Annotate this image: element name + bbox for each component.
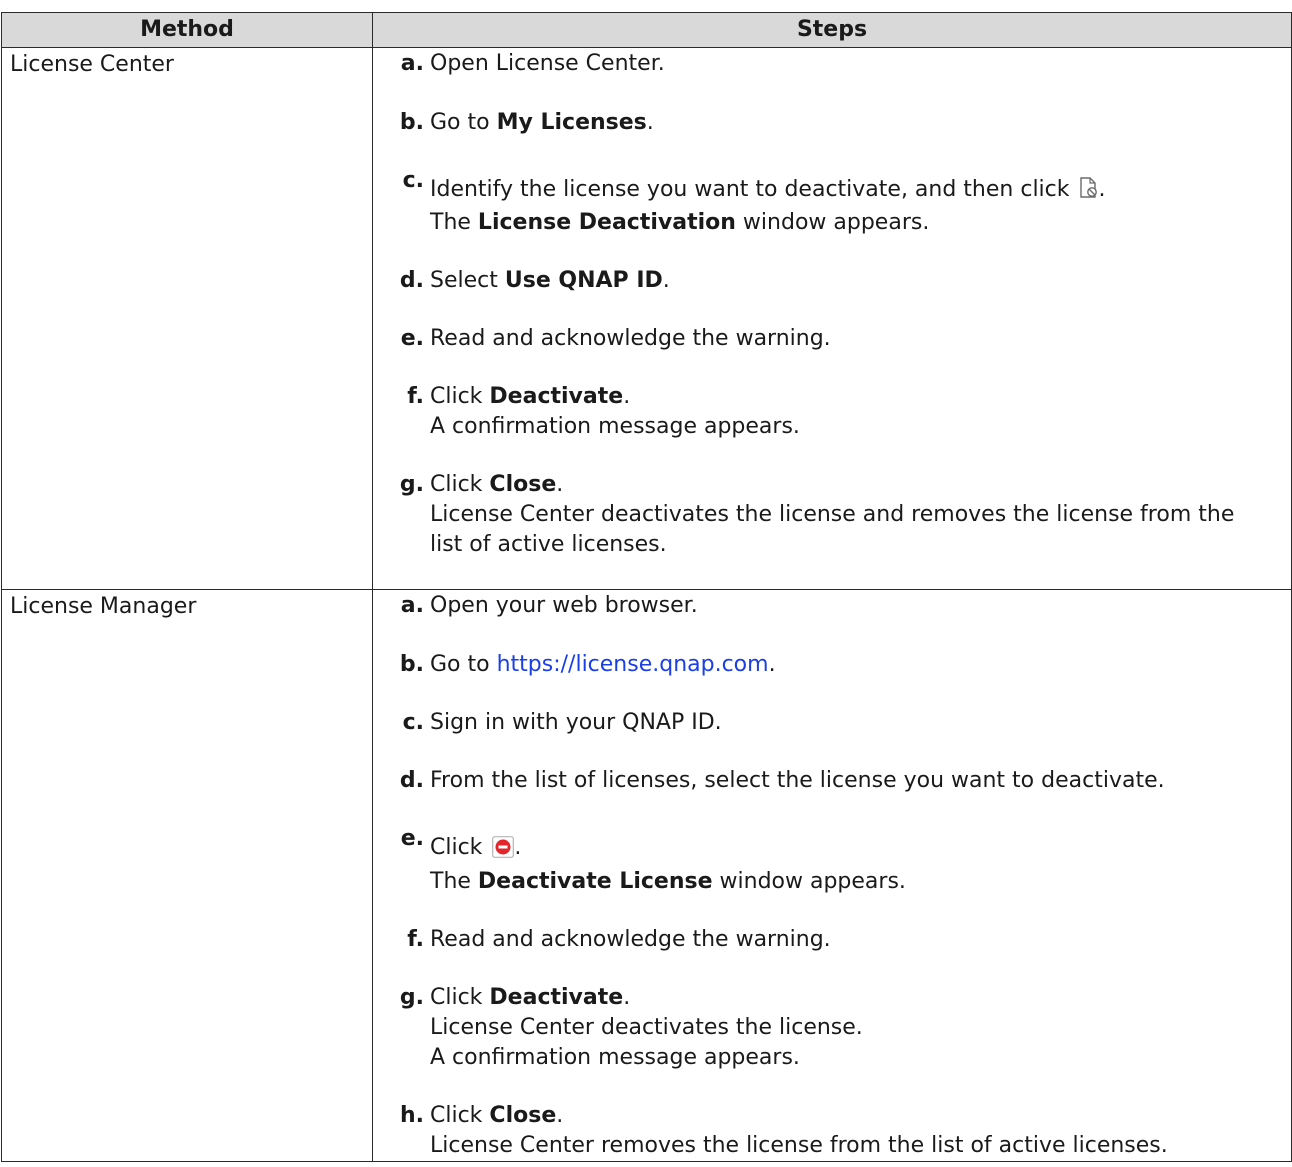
ui-label-use-qnap-id: Use QNAP ID <box>504 268 663 293</box>
ui-label-close: Close <box>489 472 557 497</box>
column-header-steps: Steps <box>372 12 1292 48</box>
step-letter: d. <box>399 768 424 793</box>
step-text: Click . The Deactivate License window ap… <box>430 835 906 894</box>
column-header-method: Method <box>1 12 373 48</box>
step-item: c. Sign in with your QNAP ID. <box>373 708 1285 738</box>
ui-label-deactivate: Deactivate <box>489 985 624 1010</box>
step-text: Select Use QNAP ID. <box>430 268 670 293</box>
deactivation-methods-table: Method Steps License Center a. Open Lice… <box>1 12 1292 1162</box>
step-item: d. From the list of licenses, select the… <box>373 766 1285 796</box>
step-letter: e. <box>400 326 424 351</box>
step-letter: f. <box>407 384 424 409</box>
ui-label-license-deactivation: License Deactivation <box>477 210 736 235</box>
ui-label-close: Close <box>489 1103 557 1128</box>
method-cell: License Center <box>1 47 373 590</box>
step-letter: h. <box>399 1103 424 1128</box>
step-letter: g. <box>399 472 424 497</box>
step-letter: d. <box>399 268 424 293</box>
step-text: From the list of licenses, select the li… <box>430 768 1165 793</box>
step-item: f. Read and acknowledge the warning. <box>373 925 1285 955</box>
step-text: Open License Center. <box>430 51 665 76</box>
step-letter: c. <box>402 168 424 193</box>
ui-label-deactivate: Deactivate <box>489 384 624 409</box>
step-item: h. Click Close. License Center removes th… <box>373 1101 1285 1161</box>
table-header-row: Method Steps <box>1 12 1292 48</box>
step-letter: e. <box>400 826 424 851</box>
red-stop-icon <box>492 836 515 867</box>
step-item: a. Open License Center. <box>373 49 1285 79</box>
ui-label-deactivate-license: Deactivate License <box>477 869 713 894</box>
steps-cell: a. Open your web browser. b. Go to https… <box>372 589 1292 1162</box>
step-item: g. Click Close. License Center deactivate… <box>373 470 1285 560</box>
step-item: d. Select Use QNAP ID. <box>373 266 1285 296</box>
step-letter: b. <box>399 652 424 677</box>
step-item: f. Click Deactivate. A confirmation messa… <box>373 382 1285 442</box>
step-item: a. Open your web browser. <box>373 591 1285 621</box>
step-item: e. Click . The Deactivate License window… <box>373 826 1285 897</box>
step-item: b. Go to My Licenses. <box>373 108 1285 138</box>
step-item: e. Read and acknowledge the warning. <box>373 324 1285 354</box>
step-letter: f. <box>407 927 424 952</box>
step-text: Sign in with your QNAP ID. <box>430 710 722 735</box>
step-item: b. Go to https://license.qnap.com. <box>373 650 1285 680</box>
step-letter: g. <box>399 985 424 1010</box>
step-letter: a. <box>400 593 424 618</box>
step-item: c. Identify the license you want to deac… <box>373 168 1285 238</box>
table-row: License Manager a. Open your web browser… <box>1 589 1292 1162</box>
step-text: Go to https://license.qnap.com. <box>430 652 776 677</box>
step-text: Identify the license you want to deactiv… <box>430 177 1106 235</box>
method-cell: License Manager <box>1 589 373 1162</box>
step-text: Click Close. License Center deactivates t… <box>430 472 1235 557</box>
step-text: Click Deactivate. License Center deactiva… <box>430 985 863 1070</box>
ui-label-my-licenses: My Licenses <box>496 110 647 135</box>
step-letter: c. <box>402 710 424 735</box>
step-text: Read and acknowledge the warning. <box>430 326 831 351</box>
step-letter: b. <box>399 110 424 135</box>
table-row: License Center a. Open License Center. b… <box>1 47 1292 590</box>
step-text: Click Deactivate. A confirmation message … <box>430 384 800 439</box>
step-text: Click Close. License Center removes the l… <box>430 1103 1168 1158</box>
license-deactivate-icon <box>1079 177 1099 208</box>
step-letter: a. <box>400 51 424 76</box>
steps-cell: a. Open License Center. b. Go to My Lice… <box>372 47 1292 590</box>
step-item: g. Click Deactivate. License Center deact… <box>373 983 1285 1073</box>
step-text: Read and acknowledge the warning. <box>430 927 831 952</box>
step-text: Open your web browser. <box>430 593 698 618</box>
license-portal-link[interactable]: https://license.qnap.com <box>497 652 769 677</box>
step-text: Go to My Licenses. <box>430 110 654 135</box>
